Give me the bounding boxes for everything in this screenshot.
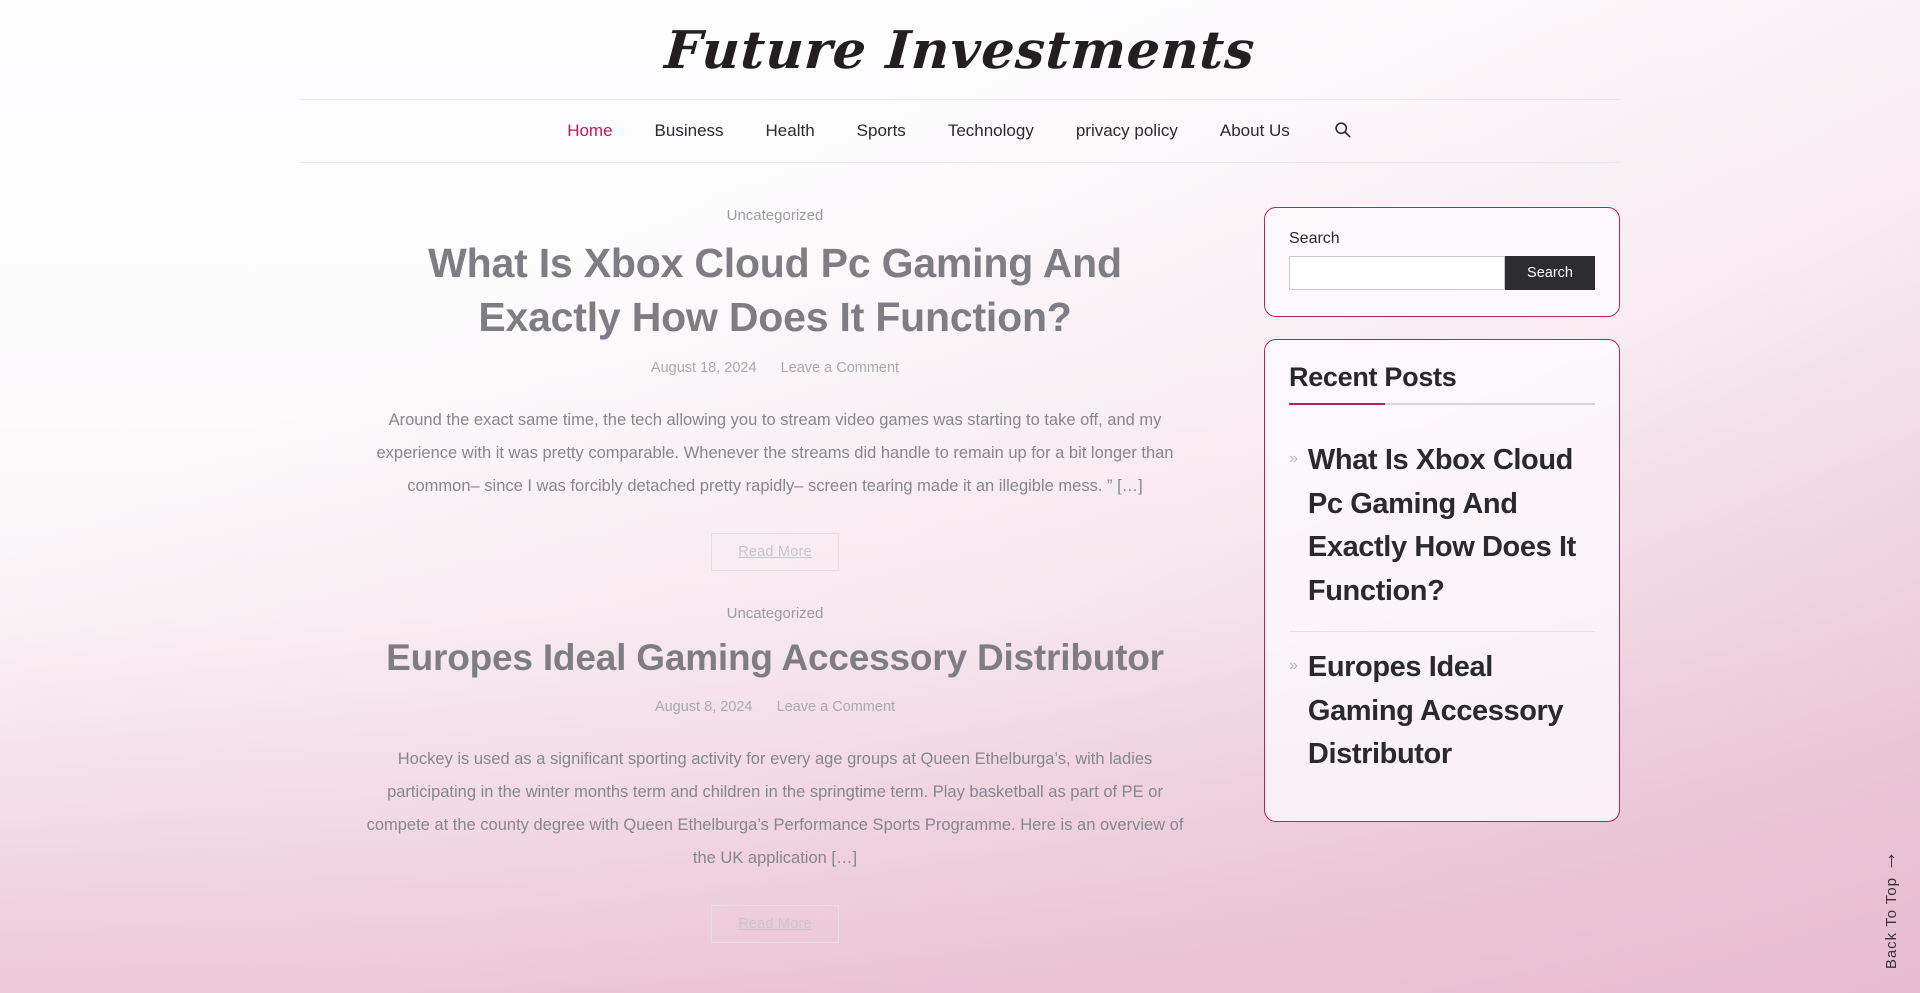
back-to-top-label: Back To Top (1883, 876, 1900, 969)
post-category[interactable]: Uncategorized (727, 207, 824, 224)
nav-item-sports[interactable]: Sports (857, 121, 906, 141)
nav-item-about-us[interactable]: About Us (1220, 121, 1290, 141)
search-icon (1334, 121, 1351, 141)
search-toggle-button[interactable] (1332, 121, 1353, 141)
read-more-wrap: Read More (360, 533, 1190, 572)
post-title[interactable]: What Is Xbox Cloud Pc Gaming And Exactly… (360, 236, 1190, 344)
read-more-button[interactable]: Read More (711, 905, 839, 944)
navigation-bar: Home Business Health Sports Technology p… (300, 99, 1620, 163)
post-article: Uncategorized What Is Xbox Cloud Pc Gami… (300, 207, 1250, 572)
chevron-double-right-icon: » (1289, 657, 1298, 674)
recent-posts-list: » What Is Xbox Cloud Pc Gaming And Exact… (1289, 425, 1595, 795)
post-comment-link[interactable]: Leave a Comment (777, 699, 895, 715)
recent-post-link[interactable]: Europes Ideal Gaming Accessory Distribut… (1308, 646, 1595, 777)
post-date: August 18, 2024 (650, 360, 757, 377)
nav-item-privacy-policy[interactable]: privacy policy (1076, 121, 1178, 141)
site-header: Future Investments Home Business Health … (0, 0, 1920, 163)
list-item: » What Is Xbox Cloud Pc Gaming And Exact… (1289, 425, 1595, 632)
post-excerpt: Hockey is used as a significant sporting… (366, 750, 1184, 868)
widget-title-underline (1289, 403, 1595, 405)
search-row: Search (1289, 256, 1595, 290)
post-category[interactable]: Uncategorized (727, 605, 824, 622)
main-content: Uncategorized What Is Xbox Cloud Pc Gami… (300, 207, 1250, 953)
sidebar: Search Search Recent Posts » What Is Xbo… (1264, 207, 1620, 844)
arrow-up-icon: ↑ (1886, 846, 1897, 872)
post-article: Uncategorized Europes Ideal Gaming Acces… (300, 605, 1250, 944)
post-comment-link[interactable]: Leave a Comment (781, 360, 899, 376)
read-more-button[interactable]: Read More (711, 533, 839, 572)
post-meta: August 8, 2024 Leave a Comment (360, 699, 1190, 715)
post-meta: August 18, 2024 Leave a Comment (360, 360, 1190, 376)
nav-item-business[interactable]: Business (655, 121, 724, 141)
chevron-double-right-icon: » (1289, 450, 1298, 467)
recent-posts-widget: Recent Posts » What Is Xbox Cloud Pc Gam… (1264, 339, 1620, 822)
site-title[interactable]: Future Investments (663, 18, 1258, 83)
read-more-wrap: Read More (360, 905, 1190, 944)
post-title[interactable]: Europes Ideal Gaming Accessory Distribut… (360, 634, 1190, 683)
back-to-top-button[interactable]: ↑ Back To Top (1883, 846, 1900, 969)
post-excerpt: Around the exact same time, the tech all… (376, 411, 1174, 496)
list-item: » Europes Ideal Gaming Accessory Distrib… (1289, 632, 1595, 795)
main-nav: Home Business Health Sports Technology p… (567, 121, 1353, 141)
recent-posts-title: Recent Posts (1289, 362, 1457, 392)
content-row: Uncategorized What Is Xbox Cloud Pc Gami… (300, 163, 1620, 953)
nav-item-technology[interactable]: Technology (948, 121, 1034, 141)
search-widget: Search Search (1264, 207, 1620, 317)
recent-post-link[interactable]: What Is Xbox Cloud Pc Gaming And Exactly… (1308, 439, 1595, 613)
search-input[interactable] (1289, 256, 1506, 290)
nav-item-health[interactable]: Health (766, 121, 815, 141)
nav-item-home[interactable]: Home (567, 121, 612, 141)
post-date: August 8, 2024 (654, 699, 753, 716)
search-submit-button[interactable]: Search (1505, 256, 1595, 290)
search-widget-label: Search (1289, 230, 1340, 247)
page-root: Future Investments Home Business Health … (0, 0, 1920, 993)
